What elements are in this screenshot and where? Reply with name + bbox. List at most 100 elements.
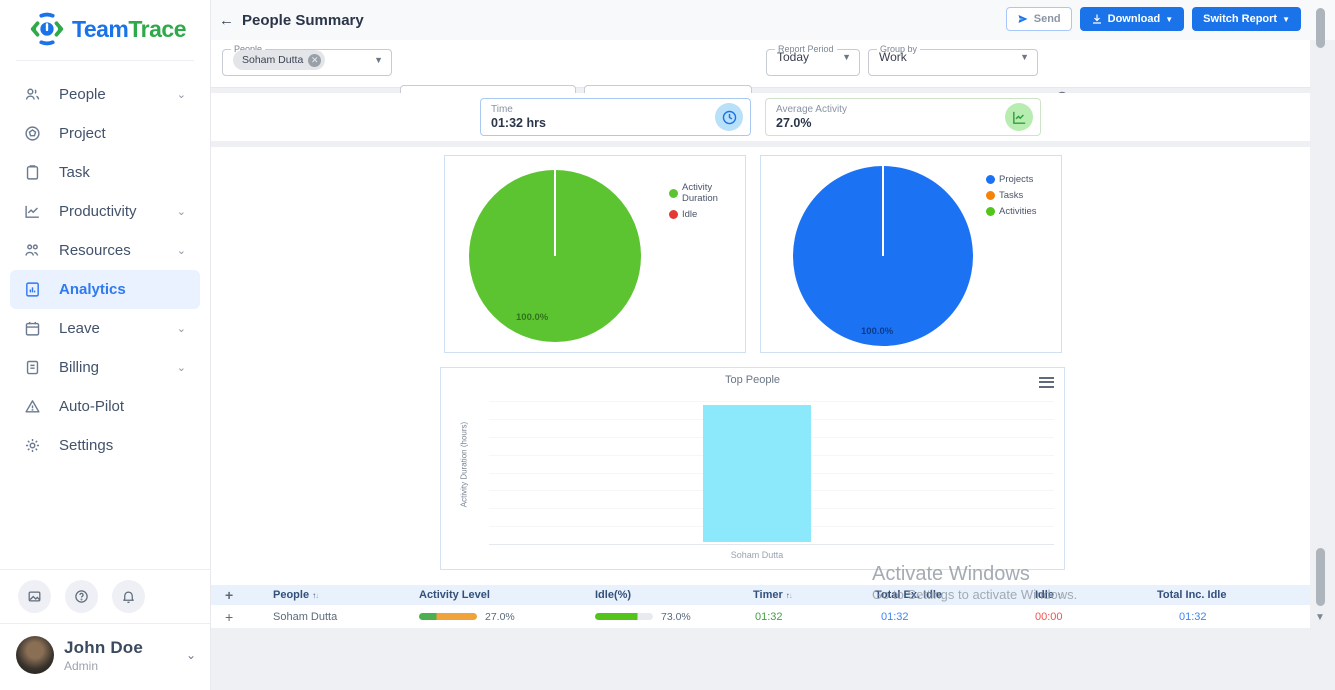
chevron-down-icon: ⌄ — [177, 88, 186, 101]
people-filter[interactable]: People Soham Dutta ✕ ▼ — [222, 44, 392, 76]
caret-down-icon: ▼ — [1282, 15, 1290, 24]
bar-chart-yticks: 1.601.401.201.000.800.600.400.200.00 — [441, 368, 483, 569]
send-button[interactable]: Send — [1006, 7, 1072, 31]
sidebar-item-label: Productivity — [59, 203, 137, 220]
sidebar-item-label: People — [59, 86, 106, 103]
scrollbar-thumb[interactable] — [1316, 8, 1325, 48]
app-logo[interactable]: TeamTrace — [0, 0, 210, 56]
bar-soham-dutta[interactable] — [703, 405, 811, 542]
stat-cards-panel: Time 01:32 hrs Average Activity 27.0% — [211, 93, 1310, 141]
user-menu[interactable]: John Doe Admin ⌄ — [0, 624, 210, 690]
legend-item[interactable]: Projects — [986, 174, 1036, 185]
sidebar-item-billing[interactable]: Billing ⌄ — [10, 348, 200, 387]
download-button[interactable]: Download ▼ — [1080, 7, 1184, 31]
sidebar-item-productivity[interactable]: Productivity ⌄ — [10, 192, 200, 231]
sidebar: TeamTrace People ⌄ Project Tas — [0, 0, 211, 690]
sidebar-footer: John Doe Admin ⌄ — [0, 569, 210, 690]
teamtrace-logo-icon — [28, 10, 66, 48]
col-total-ex-idle[interactable]: Total Ex. Idle — [847, 589, 985, 601]
sidebar-item-label: Analytics — [59, 281, 126, 298]
sidebar-item-settings[interactable]: Settings — [10, 426, 200, 465]
col-people[interactable]: People↑↓ — [253, 589, 415, 601]
average-activity-label: Average Activity — [776, 104, 847, 115]
scrollbar-down-arrow[interactable]: ▼ — [1315, 612, 1325, 623]
expand-row-icon[interactable]: + — [211, 609, 253, 625]
question-icon — [74, 589, 89, 604]
caret-down-icon: ▼ — [1165, 15, 1173, 24]
page-title: People Summary — [242, 12, 364, 29]
sidebar-nav: People ⌄ Project Task Productivity — [0, 61, 210, 465]
sidebar-item-label: Project — [59, 125, 106, 142]
sidebar-item-label: Leave — [59, 320, 100, 337]
sort-icons[interactable]: ↑↓ — [312, 591, 318, 600]
pie-data-label: 100.0% — [516, 312, 548, 323]
legend-item[interactable]: Idle — [669, 209, 745, 220]
cell-timer: 01:32 — [745, 611, 847, 623]
user-name: John Doe — [64, 638, 143, 658]
sidebar-item-task[interactable]: Task — [10, 153, 200, 192]
sidebar-item-label: Settings — [59, 437, 113, 454]
group-by-filter[interactable]: Group by Work ▼ — [868, 44, 1038, 76]
clock-icon — [715, 103, 743, 131]
screenshot-button[interactable] — [18, 580, 51, 613]
col-idle-pct[interactable]: Idle(%) — [565, 589, 745, 601]
chevron-down-icon: ⌄ — [177, 322, 186, 335]
caret-down-icon: ▼ — [842, 52, 851, 62]
back-button[interactable]: ← — [219, 12, 234, 29]
legend-item[interactable]: Activities — [986, 206, 1036, 217]
pie-data-label: 100.0% — [861, 326, 893, 337]
chart-menu-icon[interactable] — [1039, 374, 1054, 390]
switch-report-button[interactable]: Switch Report ▼ — [1192, 7, 1301, 31]
time-card-value: 01:32 hrs — [491, 116, 546, 130]
legend-item[interactable]: Tasks — [986, 190, 1036, 201]
sidebar-item-people[interactable]: People ⌄ — [10, 75, 200, 114]
col-total-inc-idle[interactable]: Total Inc. Idle — [1117, 589, 1257, 601]
sort-icons[interactable]: ↑↓ — [1057, 591, 1063, 600]
cell-activity-level: 27.0% — [415, 611, 565, 623]
legend-label: Projects — [999, 174, 1033, 185]
cell-people: Soham Dutta — [253, 611, 415, 623]
productivity-chart-icon — [24, 203, 41, 220]
help-button[interactable] — [65, 580, 98, 613]
image-icon — [27, 589, 42, 604]
time-card-label: Time — [491, 104, 546, 115]
remove-chip-icon[interactable]: ✕ — [308, 54, 321, 67]
chevron-down-icon: ⌄ — [177, 205, 186, 218]
work-distribution-pie-chart: 100.0% Projects Tasks Activities — [760, 155, 1062, 353]
col-idle[interactable]: Idle↑↓ — [985, 589, 1117, 601]
table-row[interactable]: + Soham Dutta 27.0% 73.0% 01:32 01:32 00… — [211, 605, 1310, 629]
legend-item[interactable]: Activity Duration — [669, 182, 745, 204]
cell-total-inc-idle: 01:32 — [1117, 611, 1257, 623]
activity-idle-pie-chart: 100.0% Activity Duration Idle — [444, 155, 746, 353]
top-bar: ← People Summary Send Download ▼ — [211, 0, 1335, 40]
expand-all-icon[interactable]: + — [211, 587, 253, 603]
people-chip: Soham Dutta ✕ — [233, 50, 325, 70]
average-activity-card: Average Activity 27.0% — [765, 98, 1041, 136]
summary-table: + People↑↓ Activity Level Idle(%) Timer↑… — [211, 581, 1310, 626]
trend-chart-icon — [1005, 103, 1033, 131]
pie-slice-divider — [554, 170, 556, 256]
sidebar-item-leave[interactable]: Leave ⌄ — [10, 309, 200, 348]
sort-icons[interactable]: ↑↓ — [786, 591, 792, 600]
legend-dot-icon — [669, 210, 678, 219]
calendar-icon — [24, 320, 41, 337]
col-activity-level[interactable]: Activity Level — [415, 589, 565, 601]
legend-label: Idle — [682, 209, 697, 220]
avatar — [16, 636, 54, 674]
sidebar-item-resources[interactable]: Resources ⌄ — [10, 231, 200, 270]
sidebar-item-label: Auto-Pilot — [59, 398, 124, 415]
sidebar-item-auto-pilot[interactable]: Auto-Pilot — [10, 387, 200, 426]
sidebar-item-project[interactable]: Project — [10, 114, 200, 153]
col-timer[interactable]: Timer↑↓ — [745, 589, 847, 601]
send-icon — [1017, 13, 1029, 25]
auto-pilot-icon — [24, 398, 41, 415]
x-axis-line — [489, 544, 1054, 545]
notifications-button[interactable] — [112, 580, 145, 613]
caret-down-icon: ▼ — [374, 55, 383, 65]
sidebar-item-analytics[interactable]: Analytics — [10, 270, 200, 309]
idle-pct-bar — [595, 613, 653, 620]
charts-panel: 100.0% Activity Duration Idle 100.0% Proj… — [211, 147, 1310, 581]
cell-idle: 00:00 — [985, 611, 1117, 623]
scrollbar-thumb[interactable] — [1316, 548, 1325, 606]
report-period-filter[interactable]: Report Period Today ▼ — [766, 44, 860, 76]
